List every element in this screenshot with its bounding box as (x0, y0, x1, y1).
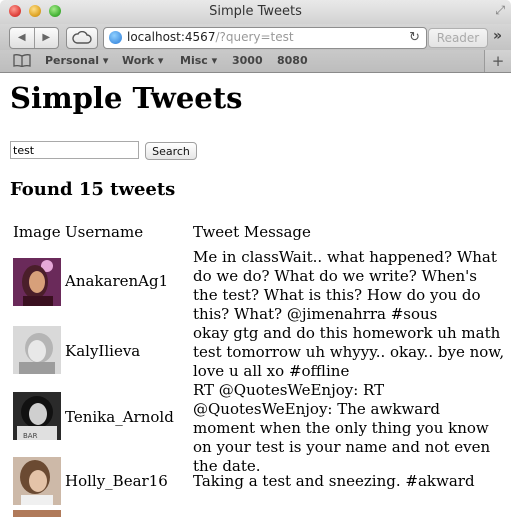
column-header-message: Tweet Message (193, 223, 311, 241)
bookmark-8080[interactable]: 8080 (277, 54, 308, 67)
column-header-image: Image (13, 223, 61, 241)
avatar (13, 457, 61, 505)
back-button[interactable]: ◀ (10, 28, 35, 48)
icloud-tabs-button[interactable] (66, 27, 98, 49)
page-content: Simple Tweets Search Found 15 tweets Ima… (0, 73, 511, 517)
avatar: BAR (13, 392, 61, 440)
tweet-username: AnakarenAg1 (65, 272, 169, 290)
bookmark-3000[interactable]: 3000 (232, 54, 263, 67)
tweet-message: Me in classWait.. what happened? What do… (193, 248, 497, 323)
tweet-username: Tenika_Arnold (65, 408, 174, 426)
bookmark-personal[interactable]: Personal ▾ (45, 54, 108, 67)
page-title: Simple Tweets (10, 81, 243, 115)
tweet-message: okay gtg and do this homework uh math te… (193, 324, 505, 380)
forward-button[interactable]: ▶ (35, 28, 59, 48)
tweet-username: Holly_Bear16 (65, 472, 168, 490)
column-header-username: Username (65, 223, 144, 241)
search-input[interactable] (10, 141, 139, 159)
url-text[interactable]: localhost:4567/?query=test (127, 30, 294, 44)
fullscreen-icon[interactable]: ⤢ (495, 3, 505, 18)
cloud-icon (72, 31, 92, 44)
avatar (13, 258, 61, 306)
avatar (13, 326, 61, 374)
url-path: /?query=test (215, 30, 294, 44)
tweet-message: Taking a test and sneezing. #akward (193, 472, 475, 490)
tweet-username: KalyIlieva (65, 342, 141, 360)
results-heading: Found 15 tweets (10, 179, 176, 200)
new-tab-button[interactable]: + (484, 50, 511, 72)
window-title: Simple Tweets (209, 4, 302, 19)
bookmarks-book-icon[interactable] (13, 54, 31, 67)
browser-toolbar: ◀ ▶ localhost:4567/?query=test ↻ Reader … (0, 24, 511, 50)
bookmarks-bar: Personal ▾ Work ▾ Misc ▾ 3000 8080 + (0, 50, 511, 73)
toolbar-overflow-icon[interactable]: » (493, 28, 502, 44)
bookmark-work[interactable]: Work ▾ (122, 54, 163, 67)
globe-icon (109, 31, 122, 44)
avatar (13, 510, 61, 517)
bookmark-misc[interactable]: Misc ▾ (180, 54, 217, 67)
reader-button[interactable]: Reader (428, 28, 488, 48)
svg-text:BAR: BAR (23, 432, 38, 440)
nav-buttons: ◀ ▶ (9, 27, 59, 49)
address-bar[interactable]: localhost:4567/?query=test ↻ (103, 27, 427, 49)
search-button[interactable]: Search (145, 142, 197, 160)
url-host: localhost:4567 (127, 30, 216, 44)
reload-icon[interactable]: ↻ (409, 30, 420, 45)
tweet-message: RT @QuotesWeEnjoy: RT @QuotesWeEnjoy: Th… (193, 381, 491, 475)
window-titlebar: Simple Tweets ⤢ (0, 0, 511, 25)
